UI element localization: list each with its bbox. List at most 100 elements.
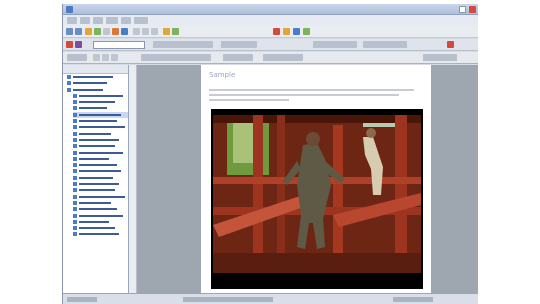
toolbar-label [423, 54, 457, 61]
video-player[interactable] [211, 109, 423, 289]
document-page: Sample [201, 65, 431, 293]
favorites-icon[interactable] [283, 28, 290, 35]
sidebar-item-label [79, 120, 117, 123]
address-input[interactable] [93, 41, 145, 49]
sidebar-item-label [79, 214, 123, 217]
menu-item[interactable] [106, 17, 118, 24]
bookmark-icon [73, 144, 77, 149]
status-text [393, 297, 433, 302]
bookmarks-sidebar [63, 65, 129, 293]
sidebar-item[interactable] [73, 231, 128, 237]
app-icon [66, 6, 73, 13]
text-line [209, 89, 414, 91]
sidebar-item-label [79, 157, 109, 160]
menu-bar [63, 15, 478, 26]
bookmark-icon [73, 200, 77, 205]
print-icon[interactable] [103, 28, 110, 35]
go-icon[interactable] [447, 41, 454, 48]
bookmark-icon [73, 112, 77, 117]
bookmark-icon [67, 81, 71, 86]
status-text [183, 297, 273, 302]
menu-item[interactable] [67, 17, 77, 24]
bookmark-icon [73, 188, 77, 193]
sidebar-item-label [79, 138, 119, 141]
sidebar-item-label [79, 126, 125, 129]
sidebar-item-label [79, 145, 115, 148]
address-toolbar [63, 39, 478, 51]
hand-tool-icon[interactable] [93, 54, 100, 61]
bookmark-icon [67, 75, 71, 79]
bookmark-icon [67, 87, 71, 92]
sidebar-item-label [79, 170, 121, 173]
bookmark-icon[interactable] [163, 28, 170, 35]
pdf-icon[interactable] [75, 41, 82, 48]
sidebar-item-label [79, 201, 111, 204]
bookmark-icon [73, 226, 77, 231]
paste-icon[interactable] [151, 28, 158, 35]
text-line [209, 94, 399, 96]
bookmark-icon [73, 182, 77, 187]
home-icon[interactable] [172, 28, 179, 35]
bookmark-icon [73, 169, 77, 174]
document-view: Sample [137, 65, 478, 293]
minimize-icon[interactable] [459, 6, 466, 13]
edit-icon[interactable] [112, 28, 119, 35]
history-icon[interactable] [293, 28, 300, 35]
status-bar [63, 293, 478, 304]
toolbar-label [67, 54, 87, 61]
toolbar-label [221, 41, 257, 48]
sidebar-scrollbar[interactable] [129, 65, 137, 293]
title-bar [63, 4, 478, 15]
sidebar-item-label [79, 233, 119, 236]
menu-item[interactable] [121, 17, 131, 24]
search-icon[interactable] [121, 28, 128, 35]
bookmark-tree [63, 74, 128, 238]
back-icon[interactable] [66, 28, 73, 35]
bookmark-icon [73, 137, 77, 142]
sidebar-item-label [73, 82, 107, 85]
refresh-icon[interactable] [94, 28, 101, 35]
sidebar-item-label [79, 132, 111, 135]
sidebar-item-label [79, 107, 107, 110]
bookmark-icon [73, 163, 77, 168]
bookmark-icon [73, 219, 77, 224]
forward-icon[interactable] [75, 28, 82, 35]
stop-icon[interactable] [273, 28, 280, 35]
zoom-in-icon[interactable] [111, 54, 118, 61]
sidebar-item-label [79, 151, 123, 154]
bookmark-icon [73, 125, 77, 130]
standard-toolbar [63, 26, 478, 38]
sidebar-item-label [79, 113, 121, 116]
application-window: Sample [62, 4, 478, 304]
logo-icon [66, 41, 73, 48]
bookmark-icon [73, 93, 77, 98]
zoom-level[interactable] [263, 54, 303, 61]
bookmark-icon [73, 175, 77, 180]
bookmark-icon [73, 119, 77, 124]
menu-item[interactable] [134, 17, 148, 24]
viewer-toolbar [63, 52, 478, 64]
cut-icon[interactable] [133, 28, 140, 35]
sidebar-item-label [73, 88, 103, 91]
folder-icon[interactable] [85, 28, 92, 35]
sidebar-item-label [79, 164, 117, 167]
sidebar-item-label [79, 189, 115, 192]
sidebar-item-label [79, 176, 113, 179]
select-tool-icon[interactable] [102, 54, 109, 61]
menu-item[interactable] [93, 17, 103, 24]
video-scene [213, 115, 421, 273]
copy-icon[interactable] [142, 28, 149, 35]
bookmark-icon [73, 232, 77, 237]
sidebar-item-label [79, 183, 119, 186]
sidebar-item-label [79, 101, 115, 104]
toolbar-label [141, 54, 211, 61]
sidebar-item-label [79, 208, 117, 211]
bookmark-icon [73, 131, 77, 136]
menu-item[interactable] [80, 17, 90, 24]
bookmark-icon [73, 156, 77, 161]
page-indicator[interactable] [223, 54, 253, 61]
close-icon[interactable] [469, 6, 476, 13]
mail-icon[interactable] [303, 28, 310, 35]
toolbar-label [153, 41, 213, 48]
status-text [67, 297, 97, 302]
